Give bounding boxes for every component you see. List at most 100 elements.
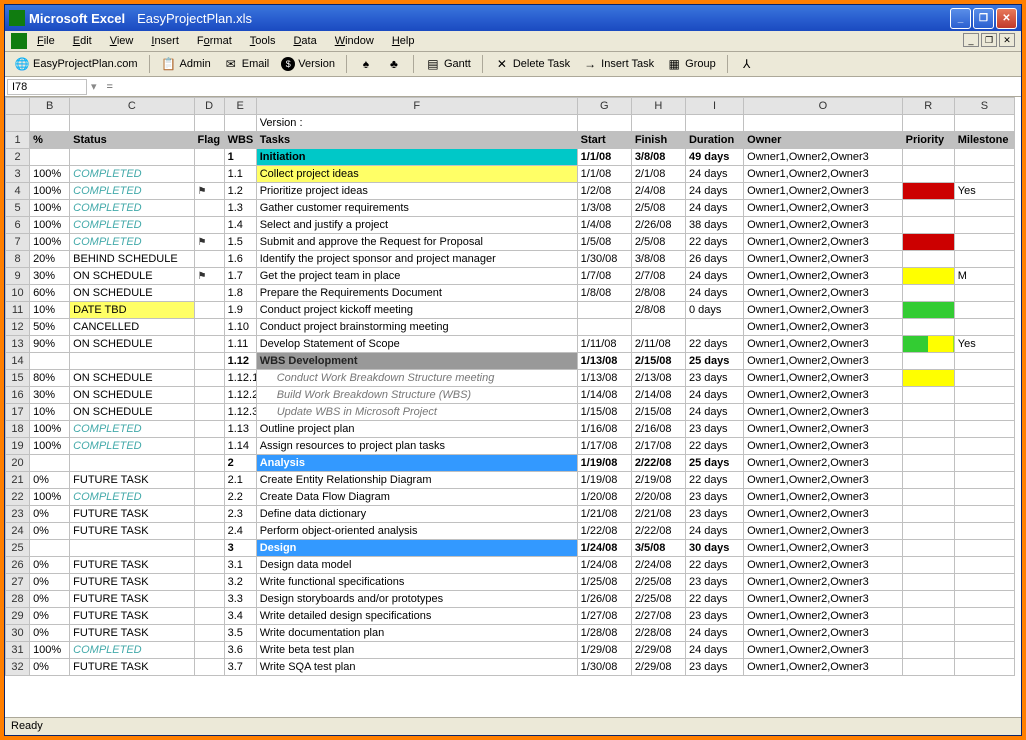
finish-cell[interactable]: 2/4/08 xyxy=(631,183,685,200)
status-cell[interactable]: COMPLETED xyxy=(70,421,194,438)
start-cell[interactable]: 1/30/08 xyxy=(577,659,631,676)
milestone-cell[interactable] xyxy=(954,591,1014,608)
owner-cell[interactable]: Owner1,Owner2,Owner3 xyxy=(744,404,902,421)
row-header[interactable]: 20 xyxy=(6,455,30,472)
header-milestone[interactable]: Milestone xyxy=(954,132,1014,149)
col-header-r[interactable]: R xyxy=(902,98,954,115)
wbs-cell[interactable]: 1.1 xyxy=(224,166,256,183)
insert-task-button[interactable]: →Insert Task xyxy=(579,55,657,73)
duration-cell[interactable]: 0 days xyxy=(685,302,743,319)
start-cell[interactable]: 1/1/08 xyxy=(577,166,631,183)
row-header[interactable]: 32 xyxy=(6,659,30,676)
cell[interactable] xyxy=(744,115,902,132)
status-cell[interactable]: FUTURE TASK xyxy=(70,557,194,574)
start-cell[interactable]: 1/13/08 xyxy=(577,353,631,370)
duration-cell[interactable]: 24 days xyxy=(685,523,743,540)
wbs-cell[interactable]: 3.7 xyxy=(224,659,256,676)
start-cell[interactable]: 1/2/08 xyxy=(577,183,631,200)
milestone-cell[interactable] xyxy=(954,625,1014,642)
flag-cell[interactable] xyxy=(194,404,224,421)
col-header-b[interactable]: B xyxy=(30,98,70,115)
milestone-cell[interactable] xyxy=(954,608,1014,625)
menu-data[interactable]: Data xyxy=(285,33,324,49)
wbs-cell[interactable]: 1.5 xyxy=(224,234,256,251)
wbs-cell[interactable]: 1.10 xyxy=(224,319,256,336)
duration-cell[interactable]: 23 days xyxy=(685,506,743,523)
flag-cell[interactable] xyxy=(194,200,224,217)
start-cell[interactable]: 1/5/08 xyxy=(577,234,631,251)
priority-cell[interactable] xyxy=(902,659,954,676)
milestone-cell[interactable] xyxy=(954,574,1014,591)
row-header[interactable]: 18 xyxy=(6,421,30,438)
pct-cell[interactable]: 90% xyxy=(30,336,70,353)
owner-cell[interactable]: Owner1,Owner2,Owner3 xyxy=(744,149,902,166)
start-cell[interactable]: 1/13/08 xyxy=(577,370,631,387)
pct-cell[interactable]: 100% xyxy=(30,642,70,659)
flag-cell[interactable] xyxy=(194,506,224,523)
task-cell[interactable]: Get the project team in place xyxy=(256,268,577,285)
duration-cell[interactable]: 22 days xyxy=(685,557,743,574)
priority-cell[interactable] xyxy=(902,642,954,659)
owner-cell[interactable]: Owner1,Owner2,Owner3 xyxy=(744,506,902,523)
row-header[interactable]: 1 xyxy=(6,132,30,149)
flag-cell[interactable] xyxy=(194,659,224,676)
row-header[interactable]: 10 xyxy=(6,285,30,302)
wbs-cell[interactable]: 3.5 xyxy=(224,625,256,642)
milestone-cell[interactable] xyxy=(954,353,1014,370)
row-header[interactable]: 6 xyxy=(6,217,30,234)
milestone-cell[interactable] xyxy=(954,285,1014,302)
duration-cell[interactable]: 24 days xyxy=(685,166,743,183)
pct-cell[interactable] xyxy=(30,353,70,370)
nav-up-button[interactable]: ♠ xyxy=(355,55,377,73)
finish-cell[interactable] xyxy=(631,319,685,336)
owner-cell[interactable]: Owner1,Owner2,Owner3 xyxy=(744,540,902,557)
pct-cell[interactable] xyxy=(30,149,70,166)
status-cell[interactable] xyxy=(70,149,194,166)
owner-cell[interactable]: Owner1,Owner2,Owner3 xyxy=(744,421,902,438)
row-header[interactable]: 17 xyxy=(6,404,30,421)
milestone-cell[interactable] xyxy=(954,149,1014,166)
finish-cell[interactable]: 2/7/08 xyxy=(631,268,685,285)
pct-cell[interactable]: 100% xyxy=(30,489,70,506)
pct-cell[interactable]: 100% xyxy=(30,166,70,183)
flag-cell[interactable] xyxy=(194,319,224,336)
row-header[interactable]: 9 xyxy=(6,268,30,285)
owner-cell[interactable]: Owner1,Owner2,Owner3 xyxy=(744,234,902,251)
wbs-cell[interactable]: 3.4 xyxy=(224,608,256,625)
wbs-cell[interactable]: 1.9 xyxy=(224,302,256,319)
owner-cell[interactable]: Owner1,Owner2,Owner3 xyxy=(744,591,902,608)
owner-cell[interactable]: Owner1,Owner2,Owner3 xyxy=(744,659,902,676)
start-cell[interactable]: 1/3/08 xyxy=(577,200,631,217)
priority-cell[interactable] xyxy=(902,149,954,166)
col-header-s[interactable]: S xyxy=(954,98,1014,115)
pct-cell[interactable]: 0% xyxy=(30,591,70,608)
header-tasks[interactable]: Tasks xyxy=(256,132,577,149)
menu-help[interactable]: Help xyxy=(384,33,423,49)
header-start[interactable]: Start xyxy=(577,132,631,149)
priority-cell[interactable] xyxy=(902,234,954,251)
duration-cell[interactable] xyxy=(685,319,743,336)
row-header[interactable]: 30 xyxy=(6,625,30,642)
doc-minimize-button[interactable]: _ xyxy=(963,33,979,47)
flag-cell[interactable] xyxy=(194,489,224,506)
wbs-cell[interactable]: 1.13 xyxy=(224,421,256,438)
flag-cell[interactable] xyxy=(194,625,224,642)
row-header[interactable]: 21 xyxy=(6,472,30,489)
flag-cell[interactable] xyxy=(194,421,224,438)
duration-cell[interactable]: 22 days xyxy=(685,336,743,353)
milestone-cell[interactable] xyxy=(954,523,1014,540)
cell[interactable] xyxy=(194,115,224,132)
wbs-cell[interactable]: 1.4 xyxy=(224,217,256,234)
duration-cell[interactable]: 24 days xyxy=(685,404,743,421)
duration-cell[interactable]: 25 days xyxy=(685,353,743,370)
finish-cell[interactable]: 2/17/08 xyxy=(631,438,685,455)
col-header-c[interactable]: C xyxy=(70,98,194,115)
owner-cell[interactable]: Owner1,Owner2,Owner3 xyxy=(744,625,902,642)
pct-cell[interactable]: 100% xyxy=(30,234,70,251)
col-header-g[interactable]: G xyxy=(577,98,631,115)
milestone-cell[interactable]: M xyxy=(954,268,1014,285)
name-box-dropdown-icon[interactable]: ▾ xyxy=(87,80,101,93)
milestone-cell[interactable] xyxy=(954,234,1014,251)
pct-cell[interactable]: 20% xyxy=(30,251,70,268)
row-header[interactable]: 7 xyxy=(6,234,30,251)
